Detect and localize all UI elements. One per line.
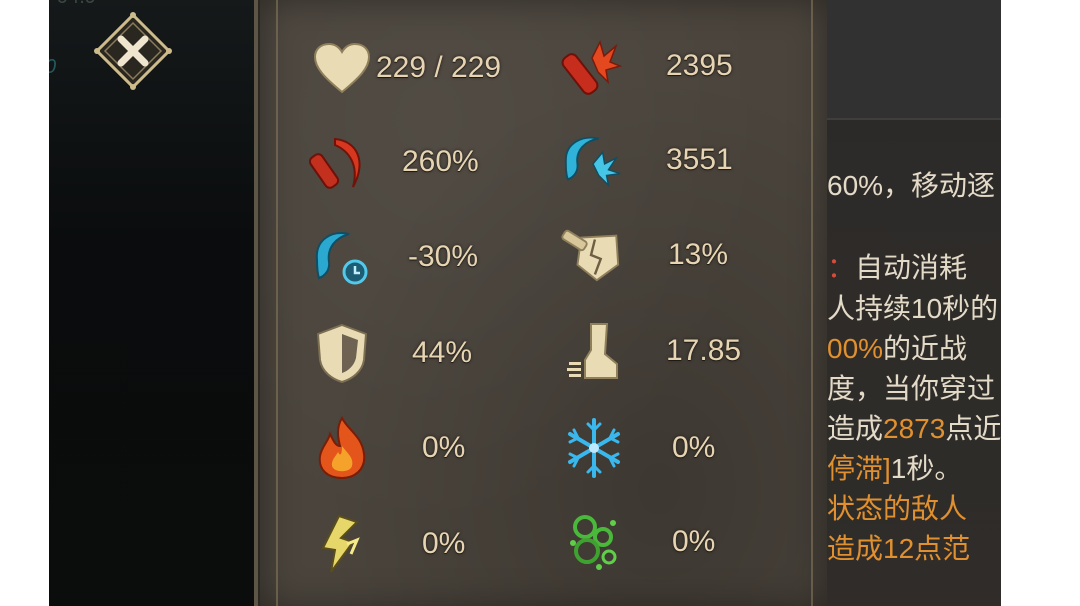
stat-cold-attack: 3551 — [560, 128, 733, 192]
snowflake-icon — [562, 416, 626, 480]
stat-fire-resist: 0% — [310, 416, 465, 480]
stat-defense-value: 44% — [412, 336, 473, 369]
left-background-scene: 94.9 0 — [49, 0, 254, 606]
description-highlight: 00% — [827, 333, 884, 364]
description-line: 60%，移动逐 — [827, 170, 996, 201]
description-highlight: 2873 — [883, 413, 946, 444]
poison-bubbles-icon — [562, 510, 626, 574]
stat-lightning-resist-value: 0% — [422, 527, 466, 560]
description-text: 的近战 — [883, 333, 968, 364]
shield-icon — [310, 321, 374, 385]
game-screen: 94.9 0 229 / 229 — [49, 0, 1001, 606]
stat-crit-damage: 260% — [308, 130, 479, 194]
description-header-area — [827, 0, 1001, 120]
stat-crit-damage-value: 260% — [402, 145, 479, 178]
close-button[interactable] — [94, 12, 172, 90]
broken-shield-icon — [560, 223, 624, 287]
stat-defense: 44% — [310, 321, 472, 385]
stat-cooldown-value: -30% — [408, 240, 479, 273]
stat-armor-break-value: 13% — [668, 238, 729, 271]
stat-lightning-resist: 0% — [310, 512, 465, 576]
lightning-icon — [310, 512, 374, 576]
stat-fire-resist-value: 0% — [422, 431, 466, 464]
close-icon — [94, 12, 172, 90]
left-fragment-number: 0 — [49, 56, 56, 79]
dynamite-attack-icon — [558, 34, 622, 98]
fire-icon — [310, 416, 374, 480]
stat-poison-resist: 0% — [562, 510, 715, 574]
description-line: 造成2873点近 — [827, 407, 1001, 447]
description-text: 造成 — [827, 413, 884, 444]
stat-move-speed-value: 17.85 — [666, 334, 742, 367]
blue-slash-icon — [560, 128, 624, 192]
description-line: 度，当你穿过 — [827, 373, 996, 404]
stat-cold-attack-value: 3551 — [666, 143, 733, 176]
stat-poison-resist-value: 0% — [672, 525, 716, 558]
blue-slash-clock-icon — [308, 225, 372, 289]
description-line: 停滞]1秒。 — [827, 447, 962, 487]
description-line: 00%的近战 — [827, 327, 967, 367]
boot-icon — [560, 319, 624, 383]
stat-armor-break: 13% — [560, 223, 728, 287]
description-text: 自动消耗 — [855, 252, 968, 283]
stat-cooldown: -30% — [308, 225, 478, 289]
description-text: 点近 — [945, 413, 1001, 444]
stat-cold-resist-value: 0% — [672, 431, 716, 464]
stat-health: 229 / 229 — [310, 36, 501, 100]
description-line: 造成12点范 — [827, 533, 971, 564]
description-line: ：自动消耗 — [827, 246, 967, 286]
stat-move-speed: 17.85 — [560, 319, 741, 383]
red-slash-icon — [308, 130, 372, 194]
description-highlight: 停滞] — [827, 453, 891, 484]
description-text: 1秒。 — [890, 453, 963, 484]
stat-health-value: 229 / 229 — [376, 51, 502, 84]
skill-description-panel: 60%，移动逐 ：自动消耗 人持续10秒的 00%的近战 度，当你穿过 造成28… — [827, 0, 1001, 606]
description-label: ： — [827, 252, 856, 283]
left-fragment-text: 94.9 — [57, 0, 96, 9]
stat-attack-value: 2395 — [666, 49, 733, 82]
heart-icon — [310, 36, 374, 100]
description-line: 人持续10秒的 — [827, 293, 999, 324]
character-stats-panel: 229 / 229 2395 260% 3551 -30% 13% 44% 17… — [254, 0, 835, 606]
stat-cold-resist: 0% — [562, 416, 715, 480]
description-line: 状态的敌人 — [827, 493, 968, 524]
stat-attack: 2395 — [558, 34, 733, 98]
